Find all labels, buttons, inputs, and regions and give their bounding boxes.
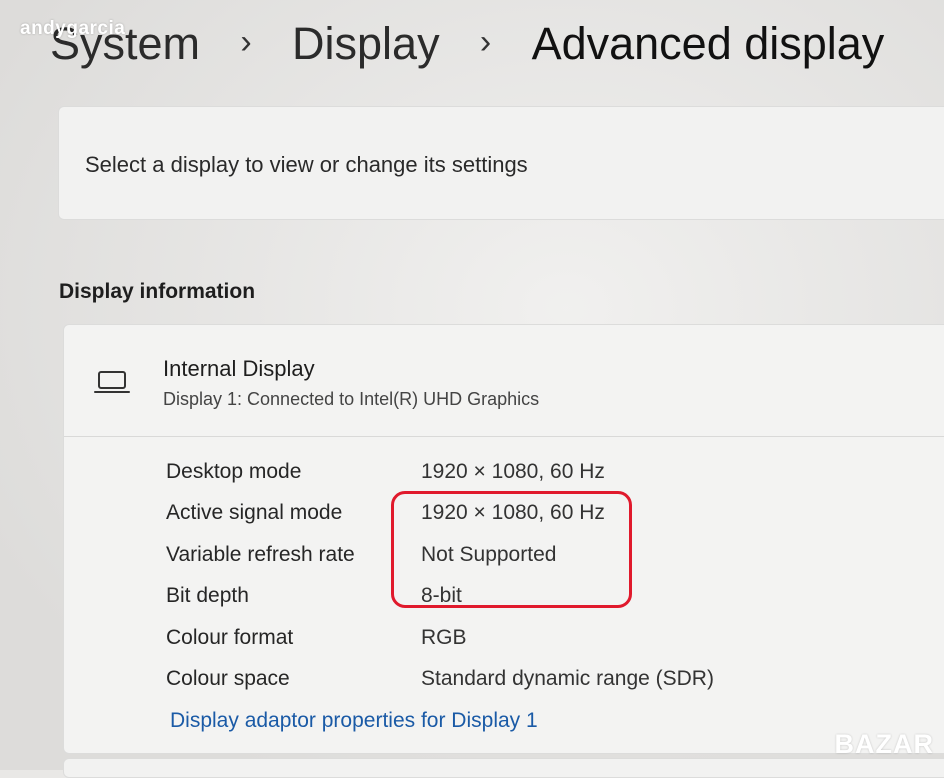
bazar-logo: BAZAR bbox=[834, 729, 934, 759]
watermark: andygarcia bbox=[20, 18, 126, 39]
property-value: 1920 × 1080, 60 Hz bbox=[421, 459, 605, 483]
chevron-right-icon: › bbox=[479, 22, 492, 61]
red-highlight-annotation bbox=[391, 491, 632, 608]
property-row: Desktop mode 1920 × 1080, 60 Hz bbox=[166, 451, 866, 493]
property-label: Desktop mode bbox=[166, 459, 302, 483]
select-display-label: Select a display to view or change its s… bbox=[85, 152, 528, 177]
property-label: Colour space bbox=[166, 667, 290, 691]
property-label: Colour format bbox=[166, 625, 294, 649]
property-row: Colour space Standard dynamic range (SDR… bbox=[166, 659, 866, 701]
page-title: Advanced display bbox=[531, 18, 885, 69]
property-value: RGB bbox=[421, 625, 467, 649]
display-connection: Display 1: Connected to Intel(R) UHD Gra… bbox=[163, 389, 540, 409]
next-card-edge bbox=[63, 758, 944, 778]
laptop-icon bbox=[94, 371, 130, 393]
display-name: Internal Display bbox=[163, 356, 315, 381]
property-label: Variable refresh rate bbox=[166, 542, 355, 566]
property-row: Colour format RGB bbox=[166, 617, 866, 659]
chevron-right-icon: › bbox=[240, 22, 252, 61]
display-header: Internal Display Display 1: Connected to… bbox=[64, 325, 944, 437]
property-label: Active signal mode bbox=[166, 501, 343, 525]
display-adapter-properties-link[interactable]: Display adaptor properties for Display 1 bbox=[170, 709, 538, 733]
breadcrumb: System › Display › Advanced display bbox=[50, 12, 884, 76]
property-label: Bit depth bbox=[166, 584, 249, 608]
property-value: Standard dynamic range (SDR) bbox=[421, 667, 714, 691]
section-title-display-information: Display information bbox=[59, 280, 256, 303]
select-display-card[interactable]: Select a display to view or change its s… bbox=[58, 106, 944, 220]
breadcrumb-display[interactable]: Display bbox=[292, 18, 440, 70]
